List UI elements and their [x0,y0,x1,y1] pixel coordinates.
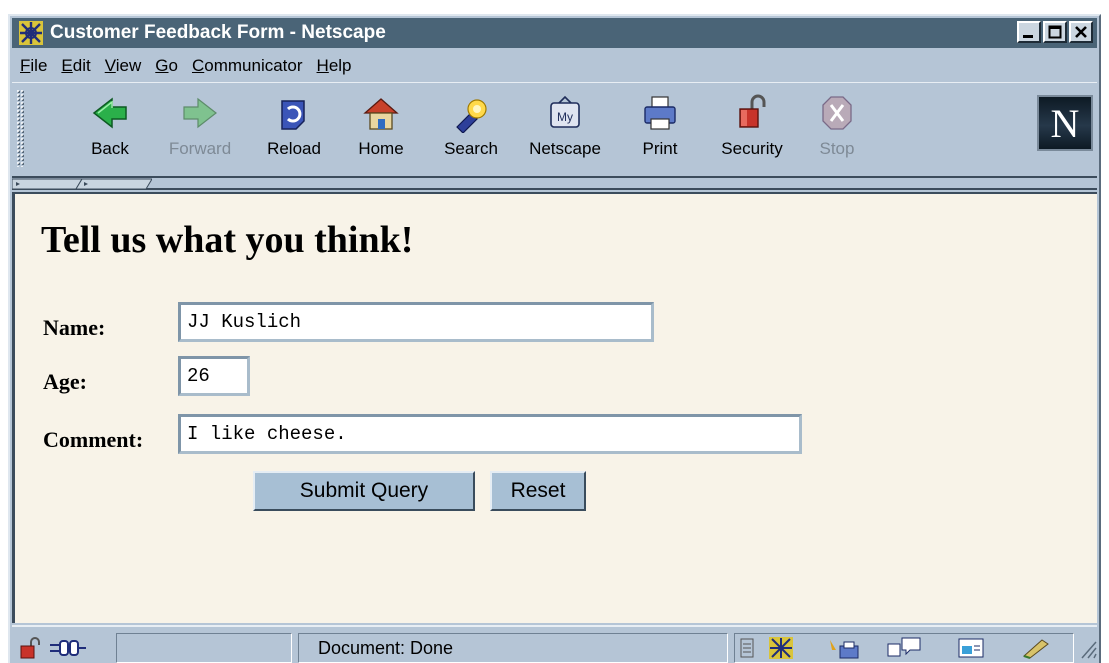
menu-file-label: ile [30,56,48,75]
menu-communicator-label: ommunicator [204,56,303,75]
menu-bar: File Edit View Go Communicator Help [12,52,1097,80]
menu-go-label: o [168,56,178,75]
forward-button[interactable]: Forward [160,93,240,169]
back-arrow-icon [92,97,127,129]
menu-file[interactable]: File [20,56,47,76]
browser-window: Customer Feedback Form - Netscape File E… [8,14,1101,663]
reset-button[interactable]: Reset [490,471,586,511]
menu-go-key: G [155,56,169,75]
menu-help[interactable]: Help [317,56,352,76]
progress-cell [116,633,292,663]
comment-input[interactable]: I like cheese. [178,414,802,454]
menu-edit-label: dit [72,56,91,75]
submit-query-button[interactable]: Submit Query [253,471,475,511]
menu-communicator[interactable]: Communicator [192,56,303,76]
search-button[interactable]: Search [431,93,511,169]
pen-icon[interactable] [1020,636,1052,660]
status-message: Document: Done [318,638,454,658]
stop-label: Stop [819,139,855,158]
menu-edit-key: E [61,56,73,75]
comment-label: Comment: [43,427,144,452]
window-title: Customer Feedback Form - Netscape [50,22,386,43]
menu-view[interactable]: View [105,56,142,76]
discussion-icon[interactable] [886,636,922,660]
svg-text:My: My [557,110,573,124]
toolbar-grip[interactable] [16,89,24,167]
menu-help-label: elp [328,56,352,75]
home-button[interactable]: Home [341,93,421,169]
netscape-app-icon [19,21,43,45]
printer-icon [644,96,676,130]
reload-label: Reload [267,139,321,158]
reload-button[interactable]: Reload [254,93,334,169]
back-label: Back [91,139,129,158]
netscape-n-logo[interactable]: N [1037,95,1093,151]
collapsed-toolbar-tabs[interactable] [12,178,1097,190]
title-bar[interactable]: Customer Feedback Form - Netscape [12,18,1097,48]
minimize-icon [1023,35,1033,38]
padlock-icon [739,94,766,128]
close-icon [1075,26,1087,38]
forward-label: Forward [168,139,232,158]
toolbar-tab-handles-icon [12,178,152,190]
status-bar: Document: Done [12,625,1097,663]
status-padlock-icon[interactable] [18,636,44,660]
offline-plug-icon[interactable] [48,636,88,660]
search-label: Search [444,139,498,158]
search-flashlight-icon [456,99,487,133]
home-label: Home [358,139,404,158]
menu-go[interactable]: Go [155,56,178,76]
maximize-icon [1048,25,1062,39]
name-label: Name: [43,315,106,340]
my-netscape-icon: My [550,95,580,128]
navigator-wheel-icon[interactable] [766,636,796,660]
menu-communicator-key: C [191,56,205,75]
menu-edit[interactable]: Edit [61,56,90,76]
security-button[interactable]: Security [712,93,792,169]
stop-button[interactable]: Stop [797,93,877,169]
navigation-toolbar: Back Forward Reload Home Search My Netsc… [12,82,1097,178]
netscape-label: Netscape [529,139,601,158]
age-input[interactable]: 26 [178,356,250,396]
age-label: Age: [43,369,87,394]
page-content: Tell us what you think! Name: JJ Kuslich… [12,192,1097,623]
minimize-button[interactable] [1017,21,1041,43]
status-page-icon [740,638,754,658]
print-label: Print [642,139,678,158]
composer-icon[interactable] [956,636,986,660]
mail-icon[interactable] [826,636,862,660]
name-input[interactable]: JJ Kuslich [178,302,654,342]
print-button[interactable]: Print [620,93,700,169]
reload-icon [281,100,305,130]
my-netscape-button[interactable]: My Netscape [525,93,605,169]
menu-view-key: V [104,56,116,75]
back-button[interactable]: Back [70,93,150,169]
security-label: Security [721,139,783,158]
stop-icon [822,96,852,130]
home-icon [363,98,399,130]
page-heading: Tell us what you think! [41,219,414,261]
menu-help-key: H [316,56,329,75]
maximize-button[interactable] [1043,21,1067,43]
menu-view-label: iew [115,56,142,75]
menu-file-key: F [20,56,31,75]
forward-arrow-icon [183,97,217,129]
close-button[interactable] [1069,21,1093,43]
resize-grip-icon[interactable] [1076,636,1098,660]
